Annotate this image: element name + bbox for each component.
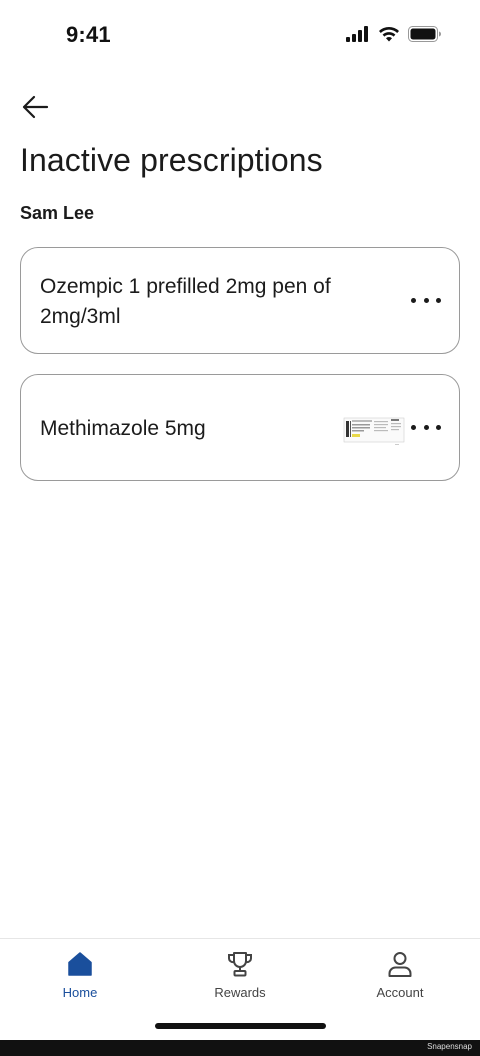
status-bar: 9:41 (0, 0, 480, 72)
nav-label-rewards: Rewards (214, 985, 266, 1000)
nav-label-account: Account (376, 985, 424, 1000)
cellular-signal-icon (346, 26, 368, 42)
nav-item-home[interactable]: Home (20, 949, 140, 1009)
prescription-label-thumbnail[interactable] (343, 415, 405, 447)
person-icon (385, 949, 415, 979)
dot-icon (436, 425, 441, 430)
back-button[interactable] (18, 90, 52, 124)
battery-icon (408, 26, 441, 42)
patient-name: Sam Lee (20, 203, 95, 223)
home-indicator (155, 1023, 326, 1029)
footer-strip (0, 1040, 480, 1056)
dot-icon (411, 298, 416, 303)
prescription-card[interactable]: Methimazole 5mg (20, 374, 460, 481)
screen: 9:41 Inactive prescriptions Sam Lee Ozem… (0, 0, 480, 1056)
nav-item-rewards[interactable]: Rewards (180, 949, 300, 1009)
nav-label-home: Home (62, 985, 98, 1000)
prescription-name: Methimazole 5mg (40, 417, 206, 440)
dot-icon (423, 425, 429, 430)
arrow-left-icon (22, 95, 49, 119)
nav-item-account[interactable]: Account (340, 949, 460, 1009)
dot-icon (436, 298, 441, 303)
prescription-card[interactable]: Ozempic 1 prefilled 2mg pen of 2mg/3ml (20, 247, 460, 354)
prescription-name: Ozempic 1 prefilled 2mg pen of 2mg/3ml (40, 275, 331, 328)
dot-icon (423, 298, 429, 303)
status-time: 9:41 (66, 22, 111, 47)
dot-icon (411, 425, 416, 430)
more-options-button[interactable] (411, 416, 441, 440)
more-options-button[interactable] (411, 289, 441, 313)
home-icon (65, 949, 95, 979)
page-title: Inactive prescriptions (20, 142, 323, 178)
watermark: Snapensnap (427, 1042, 472, 1051)
wifi-icon (379, 27, 399, 42)
trophy-icon (225, 949, 255, 979)
status-icons (346, 26, 442, 42)
